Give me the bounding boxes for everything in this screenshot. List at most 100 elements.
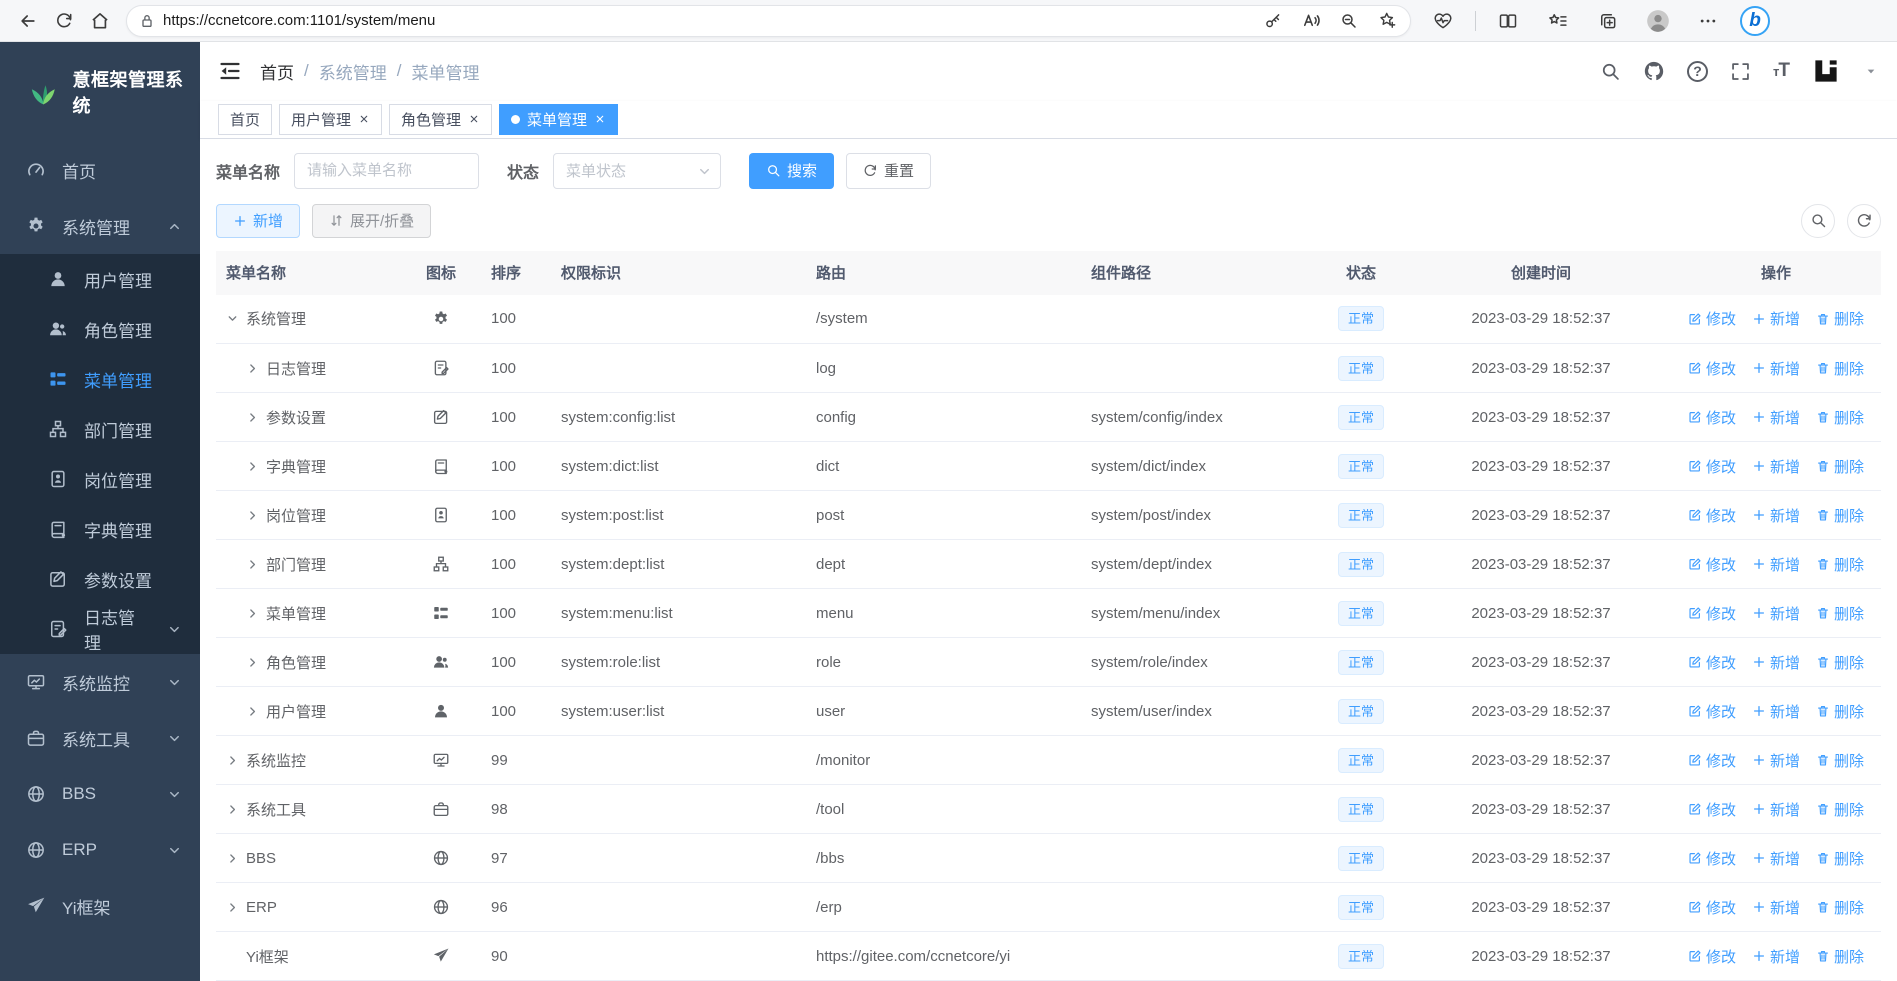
add-action-link[interactable]: 新增 — [1752, 603, 1800, 624]
expand-arrow-icon[interactable] — [246, 411, 259, 424]
user-avatar-logo[interactable] — [1811, 56, 1841, 86]
sidebar-item-菜单管理[interactable]: 菜单管理 — [0, 354, 200, 404]
delete-action-link[interactable]: 删除 — [1816, 750, 1864, 771]
sidebar-item-Yi框架[interactable]: Yi框架 — [0, 878, 200, 934]
expand-arrow-icon[interactable] — [246, 607, 259, 620]
toggle-search-button[interactable] — [1801, 203, 1835, 238]
expand-arrow-icon[interactable] — [226, 803, 239, 816]
expand-arrow-icon[interactable] — [246, 558, 259, 571]
zoom-out-icon[interactable] — [1332, 4, 1366, 38]
add-action-link[interactable]: 新增 — [1752, 652, 1800, 673]
edit-action-link[interactable]: 修改 — [1688, 358, 1736, 379]
add-action-link[interactable]: 新增 — [1752, 848, 1800, 869]
add-action-link[interactable]: 新增 — [1752, 750, 1800, 771]
add-action-link[interactable]: 新增 — [1752, 456, 1800, 477]
add-action-link[interactable]: 新增 — [1752, 407, 1800, 428]
favorites-bar-icon[interactable] — [1540, 4, 1576, 38]
sidebar-item-字典管理[interactable]: 字典管理 — [0, 504, 200, 554]
browser-essentials-icon[interactable] — [1425, 4, 1461, 38]
add-action-link[interactable]: 新增 — [1752, 554, 1800, 575]
reset-button[interactable]: 重置 — [846, 152, 932, 189]
expand-arrow-icon[interactable] — [246, 656, 259, 669]
sidebar-item-用户管理[interactable]: 用户管理 — [0, 254, 200, 304]
refresh-table-button[interactable] — [1847, 203, 1881, 238]
edit-action-link[interactable]: 修改 — [1688, 407, 1736, 428]
breadcrumb-system[interactable]: 系统管理 — [319, 59, 387, 84]
delete-action-link[interactable]: 删除 — [1816, 603, 1864, 624]
collections-icon[interactable] — [1590, 4, 1626, 38]
tab-close-icon[interactable] — [358, 113, 370, 125]
select-chevron-down-icon[interactable] — [697, 163, 712, 181]
view-tab[interactable]: 菜单管理 — [499, 103, 619, 135]
delete-action-link[interactable]: 删除 — [1816, 407, 1864, 428]
split-screen-icon[interactable] — [1490, 4, 1526, 38]
sidebar-item-参数设置[interactable]: 参数设置 — [0, 554, 200, 604]
read-aloud-icon[interactable] — [1294, 4, 1328, 38]
search-button[interactable]: 搜索 — [749, 152, 835, 189]
header-search-icon[interactable] — [1600, 61, 1621, 82]
bing-sidebar-icon[interactable]: b — [1740, 5, 1770, 36]
edit-action-link[interactable]: 修改 — [1688, 848, 1736, 869]
expand-arrow-icon[interactable] — [246, 460, 259, 473]
edit-action-link[interactable]: 修改 — [1688, 554, 1736, 575]
add-action-link[interactable]: 新增 — [1752, 799, 1800, 820]
delete-action-link[interactable]: 删除 — [1816, 652, 1864, 673]
sidebar-item-岗位管理[interactable]: 岗位管理 — [0, 454, 200, 504]
breadcrumb-home[interactable]: 首页 — [260, 59, 294, 84]
browser-more-icon[interactable] — [1690, 4, 1726, 38]
password-key-icon[interactable] — [1256, 4, 1290, 38]
url-text[interactable]: https://ccnetcore.com:1101/system/menu — [163, 12, 1256, 29]
expand-arrow-icon[interactable] — [226, 852, 239, 865]
sidebar-item-部门管理[interactable]: 部门管理 — [0, 404, 200, 454]
delete-action-link[interactable]: 删除 — [1816, 554, 1864, 575]
status-select[interactable]: 菜单状态 — [553, 152, 722, 189]
tab-close-icon[interactable] — [468, 113, 480, 125]
add-action-link[interactable]: 新增 — [1752, 946, 1800, 967]
edit-action-link[interactable]: 修改 — [1688, 603, 1736, 624]
view-tab[interactable]: 首页 — [218, 103, 273, 135]
add-action-link[interactable]: 新增 — [1752, 701, 1800, 722]
view-tab[interactable]: 用户管理 — [279, 103, 383, 135]
browser-refresh-icon[interactable] — [46, 4, 82, 38]
view-tab[interactable]: 角色管理 — [389, 103, 493, 135]
edit-action-link[interactable]: 修改 — [1688, 701, 1736, 722]
add-action-link[interactable]: 新增 — [1752, 897, 1800, 918]
font-size-icon[interactable]: тT — [1773, 60, 1790, 82]
add-action-link[interactable]: 新增 — [1752, 505, 1800, 526]
delete-action-link[interactable]: 删除 — [1816, 946, 1864, 967]
expand-collapse-button[interactable]: 展开/折叠 — [312, 203, 432, 238]
delete-action-link[interactable]: 删除 — [1816, 358, 1864, 379]
sidebar-item-角色管理[interactable]: 角色管理 — [0, 304, 200, 354]
browser-home-icon[interactable] — [82, 4, 118, 38]
edit-action-link[interactable]: 修改 — [1688, 505, 1736, 526]
sidebar-item-ERP[interactable]: ERP — [0, 822, 200, 878]
delete-action-link[interactable]: 删除 — [1816, 897, 1864, 918]
delete-action-link[interactable]: 删除 — [1816, 505, 1864, 526]
github-icon[interactable] — [1643, 60, 1665, 82]
edit-action-link[interactable]: 修改 — [1688, 946, 1736, 967]
browser-profile-avatar[interactable] — [1640, 4, 1676, 38]
edit-action-link[interactable]: 修改 — [1688, 897, 1736, 918]
expand-arrow-icon[interactable] — [226, 754, 239, 767]
add-button[interactable]: 新增 — [216, 203, 301, 238]
edit-action-link[interactable]: 修改 — [1688, 750, 1736, 771]
sidebar-item-系统工具[interactable]: 系统工具 — [0, 710, 200, 766]
delete-action-link[interactable]: 删除 — [1816, 308, 1864, 329]
expand-arrow-icon[interactable] — [246, 362, 259, 375]
help-icon[interactable]: ? — [1687, 60, 1709, 82]
menu-fold-icon[interactable] — [218, 59, 242, 83]
avatar-caret-down-icon[interactable] — [1863, 63, 1879, 79]
expand-arrow-icon[interactable] — [226, 901, 239, 914]
browser-back-icon[interactable] — [10, 4, 46, 38]
sidebar-item-系统监控[interactable]: 系统监控 — [0, 654, 200, 710]
tab-close-icon[interactable] — [594, 113, 606, 125]
add-favorite-icon[interactable] — [1370, 4, 1404, 38]
sidebar-item-系统管理[interactable]: 系统管理 — [0, 198, 200, 254]
edit-action-link[interactable]: 修改 — [1688, 308, 1736, 329]
menu-name-input[interactable] — [294, 152, 480, 189]
expand-arrow-icon[interactable] — [246, 705, 259, 718]
delete-action-link[interactable]: 删除 — [1816, 456, 1864, 477]
expand-arrow-icon[interactable] — [226, 312, 239, 325]
sidebar-item-BBS[interactable]: BBS — [0, 766, 200, 822]
edit-action-link[interactable]: 修改 — [1688, 456, 1736, 477]
